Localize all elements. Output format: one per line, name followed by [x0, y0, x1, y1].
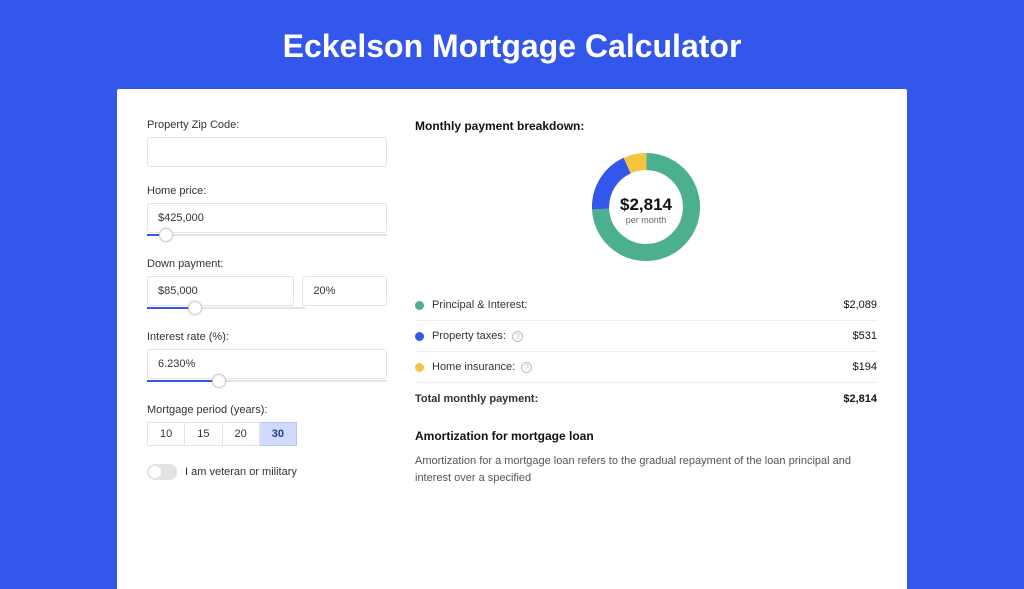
zip-label: Property Zip Code:: [147, 119, 387, 131]
down-payment-label: Down payment:: [147, 258, 387, 270]
form-panel: Property Zip Code: Home price: Down paym…: [147, 119, 387, 486]
row-value: $194: [853, 361, 877, 373]
row-label: Home insurance:: [432, 361, 515, 373]
row-value: $2,089: [843, 299, 877, 311]
donut-sub: per month: [620, 215, 672, 225]
row-total: Total monthly payment: $2,814: [415, 383, 877, 421]
interest-rate-slider[interactable]: [147, 378, 387, 386]
legend-dot-yellow: [415, 363, 424, 372]
veteran-toggle[interactable]: [147, 464, 177, 480]
interest-rate-input[interactable]: [147, 349, 387, 379]
home-price-label: Home price:: [147, 185, 387, 197]
row-label: Principal & Interest:: [432, 299, 527, 311]
donut-center: $2,814 per month: [620, 195, 672, 225]
row-value: $531: [853, 330, 877, 342]
toggle-knob: [149, 466, 161, 478]
down-payment-input[interactable]: [147, 276, 294, 306]
period-btn-15[interactable]: 15: [185, 422, 222, 446]
period-group: Mortgage period (years): 10 15 20 30: [147, 404, 387, 446]
period-label: Mortgage period (years):: [147, 404, 387, 416]
period-btn-30[interactable]: 30: [260, 422, 297, 446]
slider-thumb[interactable]: [212, 374, 226, 388]
down-payment-pct-input[interactable]: [302, 276, 387, 306]
breakdown-title: Monthly payment breakdown:: [415, 119, 877, 133]
total-value: $2,814: [843, 393, 877, 405]
period-btn-10[interactable]: 10: [147, 422, 185, 446]
down-payment-group: Down payment:: [147, 258, 387, 313]
breakdown-panel: Monthly payment breakdown: $2,814 per mo…: [415, 119, 877, 486]
page-title: Eckelson Mortgage Calculator: [0, 0, 1024, 89]
row-property-taxes: Property taxes: ? $531: [415, 321, 877, 352]
legend-dot-green: [415, 301, 424, 310]
donut-chart: $2,814 per month: [415, 147, 877, 272]
total-label: Total monthly payment:: [415, 393, 538, 405]
row-label: Property taxes:: [432, 330, 506, 342]
zip-field-group: Property Zip Code:: [147, 119, 387, 167]
interest-rate-group: Interest rate (%):: [147, 331, 387, 386]
home-price-group: Home price:: [147, 185, 387, 240]
home-price-slider[interactable]: [147, 232, 387, 240]
info-icon[interactable]: ?: [512, 331, 523, 342]
amortization-title: Amortization for mortgage loan: [415, 429, 877, 443]
row-home-insurance: Home insurance: ? $194: [415, 352, 877, 383]
home-price-input[interactable]: [147, 203, 387, 233]
veteran-toggle-row: I am veteran or military: [147, 464, 387, 480]
amortization-text: Amortization for a mortgage loan refers …: [415, 453, 877, 486]
veteran-label: I am veteran or military: [185, 466, 297, 478]
row-principal-interest: Principal & Interest: $2,089: [415, 290, 877, 321]
donut-amount: $2,814: [620, 195, 672, 215]
period-btn-20[interactable]: 20: [223, 422, 260, 446]
period-buttons: 10 15 20 30: [147, 422, 387, 446]
down-payment-slider[interactable]: [147, 305, 387, 313]
calculator-card: Property Zip Code: Home price: Down paym…: [117, 89, 907, 589]
info-icon[interactable]: ?: [521, 362, 532, 373]
interest-rate-label: Interest rate (%):: [147, 331, 387, 343]
slider-thumb[interactable]: [188, 301, 202, 315]
legend-dot-blue: [415, 332, 424, 341]
zip-input[interactable]: [147, 137, 387, 167]
slider-thumb[interactable]: [159, 228, 173, 242]
